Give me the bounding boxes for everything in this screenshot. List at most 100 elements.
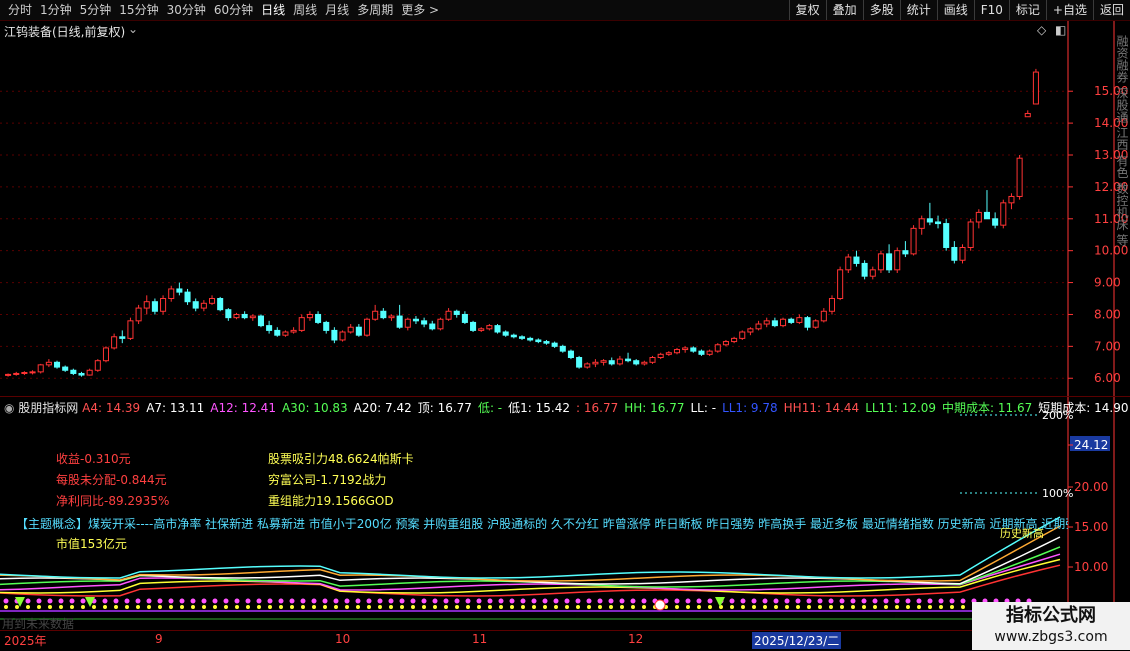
candle-down	[78, 372, 85, 376]
candle-up	[208, 298, 216, 304]
candle-down	[470, 321, 477, 331]
marker-dot	[234, 598, 240, 604]
indicator-panel[interactable]: 24.12 20.00 15.00 10.00 200% 100% ◉ 股朋指标网 A4:…	[0, 396, 1130, 631]
candle-up	[339, 331, 346, 341]
candle-up	[600, 360, 607, 363]
candle-down	[421, 320, 428, 325]
y-tick-label: 9.00	[1094, 276, 1121, 290]
marker-dot	[609, 605, 613, 609]
marker-dot	[565, 605, 569, 609]
marker-dot	[465, 598, 471, 604]
candle-up	[45, 361, 52, 366]
marker-dot	[147, 605, 151, 609]
toolbar-button[interactable]: 多股	[862, 0, 900, 20]
candle-up	[1008, 195, 1015, 204]
marker-dot	[433, 605, 437, 609]
candle-up	[714, 344, 721, 352]
candle-down	[926, 218, 933, 223]
marker-dot	[267, 598, 273, 604]
candle-down	[331, 329, 338, 341]
marker-dot	[421, 598, 427, 604]
candle-up	[437, 318, 444, 330]
period-tab[interactable]: 60分钟	[210, 0, 257, 20]
candle-up	[845, 256, 852, 271]
marker-dot	[70, 605, 74, 609]
x-label-nov: 11	[472, 632, 488, 646]
diamond-icon[interactable]: ◇	[1037, 23, 1046, 37]
marker-dot	[4, 605, 8, 609]
candle-down	[804, 317, 811, 328]
toolbar-button[interactable]: +自选	[1045, 0, 1093, 20]
candle-down	[453, 310, 460, 315]
candle-up	[21, 372, 28, 375]
period-tab[interactable]: 周线	[289, 0, 321, 20]
candle-up	[665, 352, 672, 355]
marker-dot	[872, 598, 878, 604]
marker-dot	[367, 605, 371, 609]
marker-dot	[466, 605, 470, 609]
candle-up	[780, 318, 787, 327]
marker-dot	[322, 598, 328, 604]
marker-dot	[774, 605, 778, 609]
marker-dot	[146, 598, 152, 604]
toolbar-button[interactable]: 返回	[1092, 0, 1130, 20]
period-tab[interactable]: 1分钟	[36, 0, 76, 20]
band-line	[0, 553, 1061, 591]
marker-dot	[378, 605, 382, 609]
toolbar-button[interactable]: 统计	[899, 0, 937, 20]
marker-dot	[246, 605, 250, 609]
candle-up	[828, 298, 836, 312]
toolbar-button[interactable]: 复权	[788, 0, 826, 20]
period-tab[interactable]: 分时	[4, 0, 36, 20]
period-tab[interactable]: 月线	[321, 0, 353, 20]
settings-icon[interactable]: ◉	[4, 401, 18, 415]
marker-dot	[861, 598, 867, 604]
marker-dot	[488, 605, 492, 609]
marker-dot	[400, 605, 404, 609]
marker-dot	[278, 598, 284, 604]
marker-dot	[59, 605, 63, 609]
period-tab[interactable]: 5分钟	[76, 0, 116, 20]
indicator-value: LL: -	[690, 401, 717, 415]
toolbar-button[interactable]: 叠加	[825, 0, 863, 20]
candle-down	[184, 291, 191, 303]
marker-dot	[883, 598, 889, 604]
indicator-value: LL1: 9.78	[722, 401, 778, 415]
toolbar-button[interactable]: 画线	[936, 0, 974, 20]
marker-dot	[256, 598, 262, 604]
indicator-value: HH: 16.77	[624, 401, 685, 415]
marker-dot	[179, 598, 185, 604]
window-icon[interactable]: ◧	[1055, 23, 1066, 37]
period-tab[interactable]: 更多 >	[397, 0, 443, 20]
marker-dot	[916, 598, 922, 604]
sub-tick-label: 20.00	[1074, 480, 1108, 494]
candle-up	[967, 221, 974, 248]
period-tab[interactable]: 30分钟	[163, 0, 210, 20]
marker-dot	[928, 605, 932, 609]
candle-up	[722, 341, 729, 346]
marker-dot	[828, 598, 834, 604]
toolbar-button[interactable]: 标记	[1008, 0, 1046, 20]
marker-dot	[707, 598, 713, 604]
candlestick-chart[interactable]: 15.00 14.00 13.00 12.00 11.00 10.00 9.00 8.00 7.…	[0, 21, 1130, 396]
marker-dot	[762, 598, 768, 604]
marker-dot	[235, 605, 239, 609]
candle-down	[951, 246, 958, 261]
candle-up	[13, 372, 20, 375]
marker-dot	[840, 605, 844, 609]
period-tab[interactable]: 15分钟	[115, 0, 162, 20]
marker-dot	[26, 605, 30, 609]
future-data-text: 用到未来数据	[2, 617, 75, 631]
candle-down	[380, 310, 387, 319]
period-tab[interactable]: 日线	[257, 0, 289, 20]
chevron-down-icon[interactable]: ⌄	[128, 22, 138, 36]
toolbar-button[interactable]: F10	[973, 0, 1009, 20]
marker-dot	[950, 605, 954, 609]
candle-up	[37, 364, 44, 373]
marker-dot	[884, 605, 888, 609]
period-tab[interactable]: 多周期	[353, 0, 397, 20]
candle-up	[837, 269, 844, 300]
marker-dot	[366, 598, 372, 604]
sub-tick-label: 10.00	[1074, 560, 1108, 574]
indicator-value: : 16.77	[576, 401, 619, 415]
